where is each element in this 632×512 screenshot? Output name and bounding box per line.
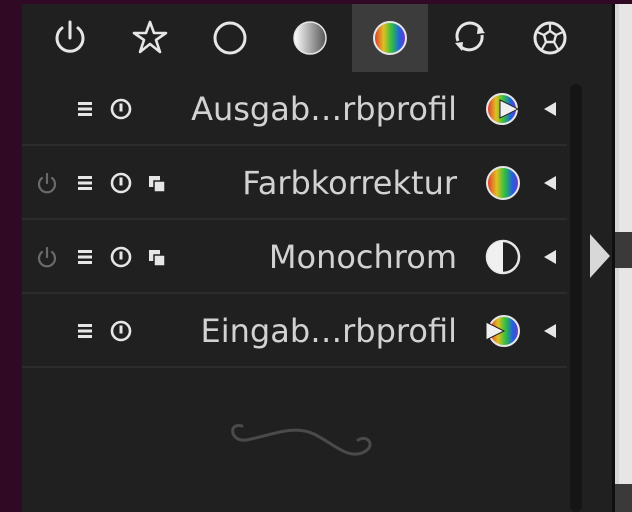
adjacent-window-edge [612,4,632,512]
module-output-color-profile[interactable]: Ausgab…rbprofil [22,74,567,146]
collapse-panel-arrow-icon[interactable] [586,228,614,284]
presets-button[interactable] [72,222,98,292]
module-icon [480,74,526,144]
reset-button[interactable] [108,296,134,366]
module-color-correction[interactable]: Farbkorrektur [22,148,567,220]
group-correct-button[interactable] [432,4,508,72]
module-label[interactable]: Farbkorrektur [242,148,457,218]
module-input-color-profile[interactable]: Eingab…rbprofil [22,296,567,368]
triangle-left-icon [544,102,556,116]
triangle-left-icon [544,176,556,190]
reset-button[interactable] [108,222,134,292]
output-color-profile-icon [486,93,520,125]
expand-module-button[interactable] [537,296,563,366]
module-panel: Ausgab…rbprofil Farbkorrektur Monochrom … [22,4,632,512]
module-monochrome[interactable]: Monochrom [22,222,567,294]
hamburger-icon [78,176,92,190]
triangle-left-icon [544,324,556,338]
group-tone-button[interactable] [272,4,348,72]
module-toggle-button[interactable] [34,222,60,292]
presets-button[interactable] [72,74,98,144]
expand-module-button[interactable] [537,74,563,144]
soccer-ball-icon [533,21,567,55]
reset-button[interactable] [108,148,134,218]
monochrome-icon [485,239,521,275]
group-basic-button[interactable] [192,4,268,72]
expand-module-button[interactable] [537,222,563,292]
group-color-button[interactable] [352,4,428,72]
reset-icon [110,246,132,268]
rotate-icon [455,21,485,52]
gradient-circle-icon [293,21,327,55]
module-icon [480,222,526,292]
multi-instance-icon [149,250,166,267]
input-color-profile-icon [485,315,520,347]
multi-instance-button[interactable] [144,222,170,292]
hamburger-icon [78,102,92,116]
reset-icon [110,172,132,194]
star-icon [132,20,168,54]
module-icon [480,148,526,218]
triangle-left-icon [544,250,556,264]
hamburger-icon [78,324,92,338]
presets-button[interactable] [72,296,98,366]
reset-icon [110,320,132,342]
color-correction-icon [486,166,520,200]
module-icon [480,296,526,366]
multi-instance-icon [149,176,166,193]
module-label[interactable]: Eingab…rbprofil [201,296,457,366]
reset-button[interactable] [108,74,134,144]
adjacent-window-fragment [615,232,632,268]
group-favorites-button[interactable] [112,4,188,72]
hamburger-icon [78,250,92,264]
circle-outline-icon [213,21,247,55]
group-effects-button[interactable] [512,4,588,72]
module-label[interactable]: Ausgab…rbprofil [191,74,457,144]
power-icon [37,246,57,268]
module-toggle-button[interactable] [34,148,60,218]
end-ornament-icon [231,424,372,456]
adjacent-window-fragment [615,484,632,512]
power-icon [55,20,85,53]
presets-button[interactable] [72,148,98,218]
reset-icon [110,98,132,120]
module-label[interactable]: Monochrom [269,222,457,292]
power-icon [37,172,57,194]
multi-instance-button[interactable] [144,148,170,218]
module-list-scrollbar[interactable] [570,84,582,512]
group-active-modules-button[interactable] [32,4,108,72]
module-group-toolbar [22,4,612,72]
color-circle-icon [373,21,407,55]
expand-module-button[interactable] [537,148,563,218]
